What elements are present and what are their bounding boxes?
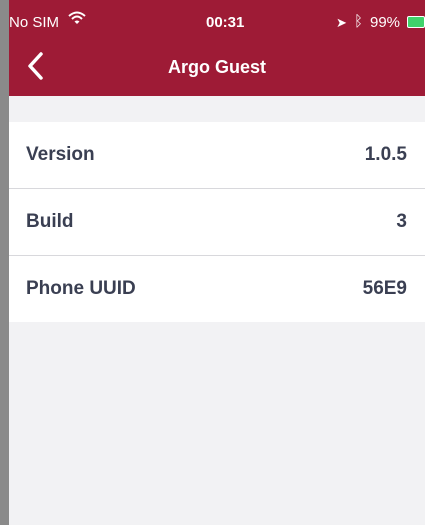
info-list: Version 1.0.5 Build 3 Phone UUID 56E9 bbox=[9, 122, 425, 322]
location-icon: ➤ bbox=[336, 15, 347, 30]
wifi-icon bbox=[68, 11, 86, 24]
battery-percentage: 99% bbox=[370, 14, 401, 31]
app-screen: No SIM 00:31 ➤ ᛒ 99% ⚡ Argo Guest Versio… bbox=[0, 0, 425, 525]
version-row: Version 1.0.5 bbox=[9, 122, 425, 189]
build-value: 3 bbox=[396, 211, 407, 232]
battery-icon bbox=[407, 16, 425, 28]
version-label: Version bbox=[26, 144, 95, 165]
phone-uuid-label: Phone UUID bbox=[26, 278, 136, 299]
status-bar: No SIM 00:31 ➤ ᛒ 99% ⚡ bbox=[9, 0, 425, 40]
page-title: Argo Guest bbox=[167, 57, 266, 77]
navigation-bar: Argo Guest bbox=[9, 45, 425, 91]
clock: 00:31 bbox=[206, 14, 245, 31]
phone-uuid-value: 56E9 bbox=[362, 278, 407, 299]
build-row: Build 3 bbox=[9, 189, 425, 256]
phone-uuid-row: Phone UUID 56E9 bbox=[9, 256, 425, 322]
build-label: Build bbox=[26, 211, 74, 232]
header: No SIM 00:31 ➤ ᛒ 99% ⚡ Argo Guest bbox=[9, 0, 425, 96]
bluetooth-icon: ᛒ bbox=[354, 13, 364, 30]
carrier-label: No SIM bbox=[9, 14, 60, 31]
version-value: 1.0.5 bbox=[364, 144, 407, 165]
